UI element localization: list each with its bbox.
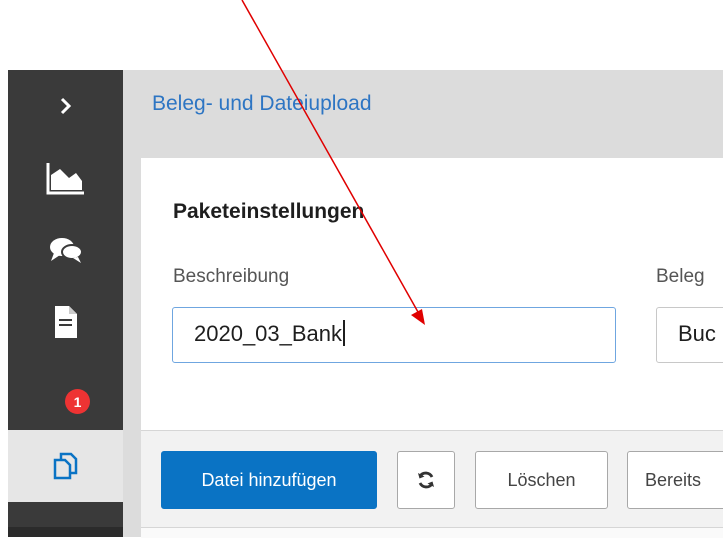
sidebar-item-messages[interactable] bbox=[8, 214, 123, 286]
type-label: Beleg bbox=[656, 266, 705, 287]
page-header: Beleg- und Dateiupload bbox=[123, 70, 723, 140]
sidebar-item-analytics[interactable] bbox=[8, 142, 123, 214]
chevron-right-icon bbox=[60, 97, 71, 115]
document-icon bbox=[54, 306, 77, 338]
sidebar-item-documents[interactable] bbox=[8, 286, 123, 358]
notification-badge: 1 bbox=[65, 389, 90, 414]
sidebar-bottom bbox=[8, 527, 123, 537]
description-label: Beschreibung bbox=[173, 266, 290, 287]
description-input[interactable]: 2020_03_Bank bbox=[172, 307, 616, 363]
area-chart-icon bbox=[46, 163, 84, 195]
sidebar-expand-button[interactable] bbox=[8, 70, 123, 142]
refresh-button[interactable] bbox=[397, 451, 455, 509]
sidebar-item-upload[interactable] bbox=[8, 430, 123, 502]
page-title[interactable]: Beleg- und Dateiupload bbox=[152, 92, 372, 116]
add-file-button[interactable]: Datei hinzufügen bbox=[161, 451, 377, 509]
type-value: Buc bbox=[678, 321, 716, 346]
section-title: Paketeinstellungen bbox=[173, 200, 365, 223]
ready-button[interactable]: Bereits bbox=[627, 451, 723, 509]
refresh-icon bbox=[418, 471, 434, 489]
list-area bbox=[141, 527, 723, 538]
delete-button[interactable]: Löschen bbox=[475, 451, 608, 509]
text-caret bbox=[343, 320, 346, 347]
chat-bubbles-icon bbox=[49, 238, 83, 263]
sidebar bbox=[8, 70, 123, 537]
copy-documents-icon bbox=[53, 452, 77, 480]
description-value: 2020_03_Bank bbox=[194, 321, 343, 346]
type-select[interactable]: Buc bbox=[656, 307, 723, 363]
